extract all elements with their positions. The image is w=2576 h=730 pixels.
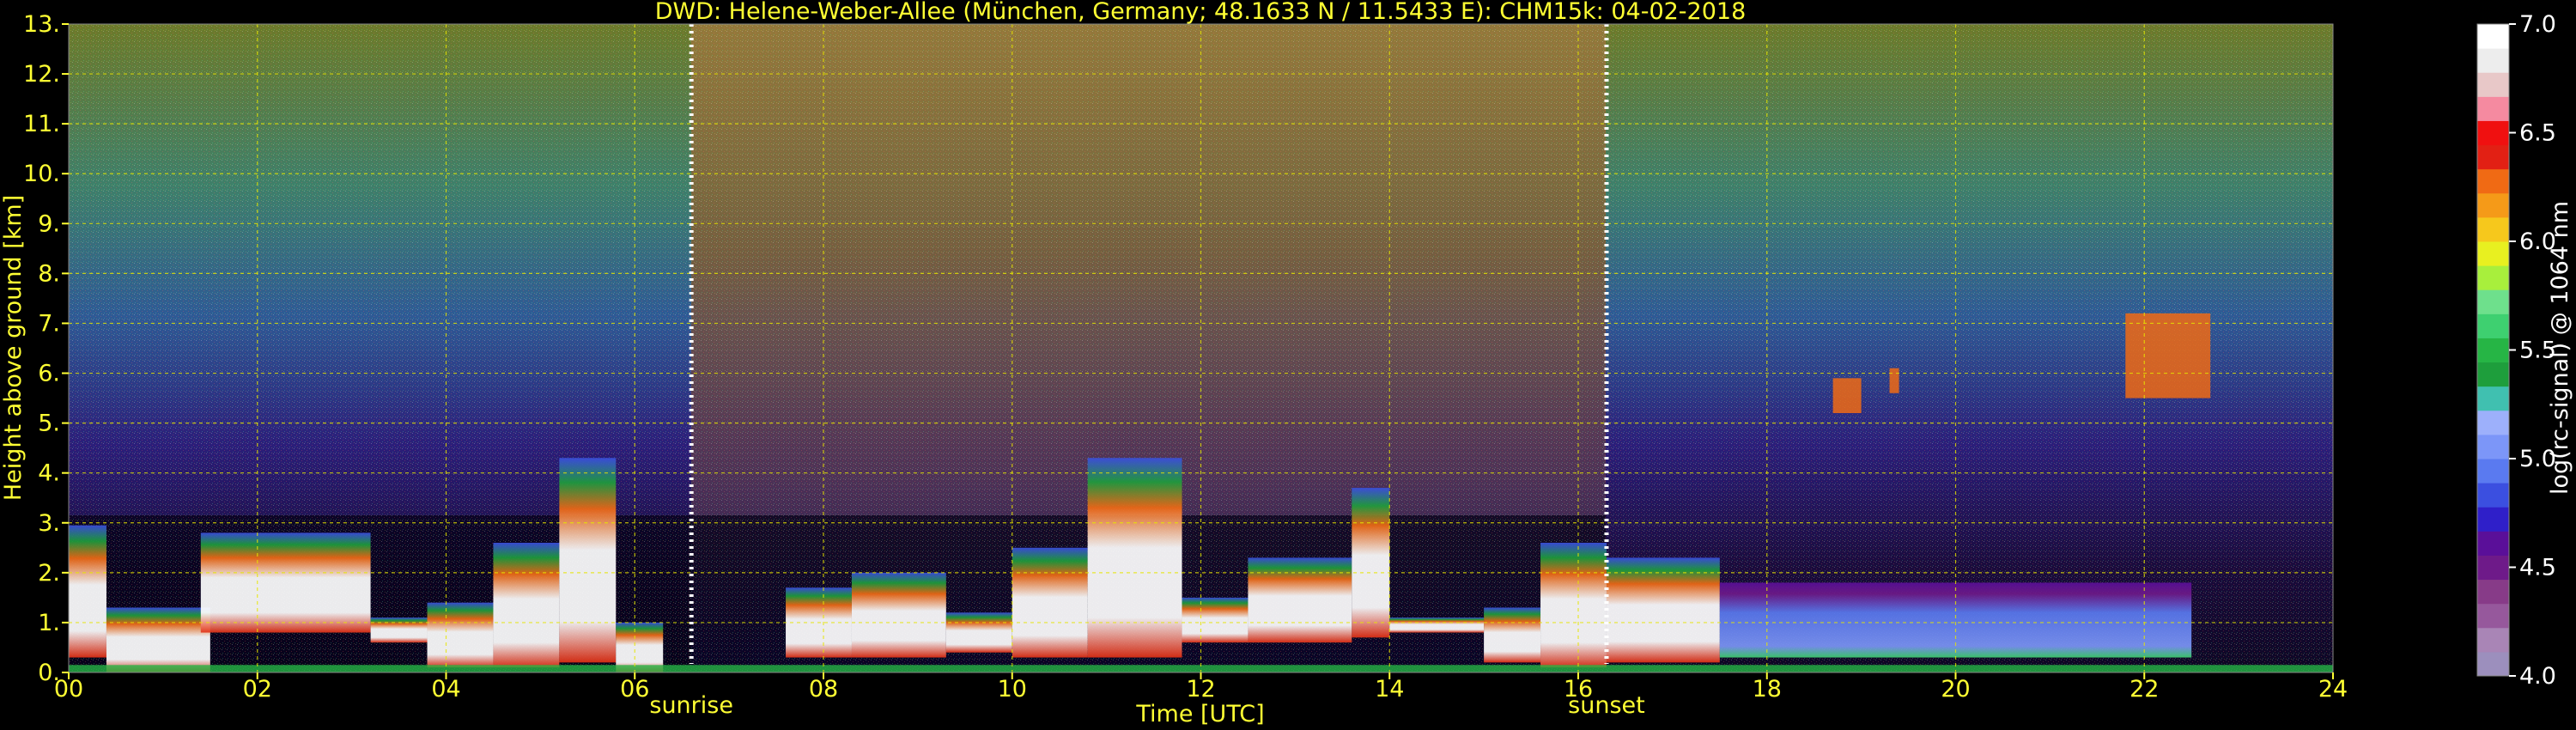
x-tick-label: 18	[1753, 676, 1782, 703]
colorbar: 4.04.55.05.56.06.57.0	[2476, 11, 2556, 690]
colorbar-segment	[2477, 192, 2509, 218]
cloud-layer-20	[1719, 582, 2192, 658]
y-tick-label: 6.	[38, 361, 60, 387]
x-tick-label: 16	[1564, 676, 1593, 703]
cloud-layer-19	[1606, 557, 1720, 663]
cloud-layer-9	[851, 572, 946, 658]
colorbar-segment	[2477, 579, 2509, 605]
colorbar-segment	[2477, 289, 2509, 314]
colorbar-segment	[2477, 531, 2509, 556]
y-tick-label: 3.	[38, 510, 60, 537]
colorbar-tick-label: 4.0	[2519, 663, 2556, 690]
colorbar-segment	[2477, 386, 2509, 411]
colorbar-segment	[2477, 507, 2509, 532]
cloud-layer-0	[69, 525, 106, 658]
colorbar-segment	[2477, 459, 2509, 484]
colorbar-segment	[2477, 555, 2509, 581]
y-tick-label: 12.	[23, 61, 60, 88]
cloud-layer-10	[945, 612, 1012, 653]
x-tick-label: 06	[620, 676, 649, 703]
cloud-layer-4	[427, 602, 494, 668]
x-tick-label: 10	[998, 676, 1027, 703]
cloud-layer-11	[1012, 547, 1088, 658]
cloud-layer-12	[1087, 458, 1182, 658]
cloud-layer-6	[559, 458, 617, 663]
y-tick-label: 5.	[38, 411, 60, 437]
high-cloud-2	[1889, 368, 1899, 393]
colorbar-segment	[2477, 144, 2509, 170]
cloud-layer-5	[493, 543, 560, 668]
y-axis: 0.1.2.3.4.5.6.7.8.9.10.11.12.13.	[23, 11, 69, 686]
cloud-layer-13	[1182, 597, 1249, 643]
cloud-layer-3	[370, 617, 428, 643]
x-tick-label: 04	[431, 676, 460, 703]
high-cloud-0	[2125, 313, 2211, 398]
cloud-layer-18	[1540, 543, 1607, 668]
colorbar-segment	[2477, 362, 2509, 387]
y-tick-label: 11.	[23, 111, 60, 137]
y-tick-label: 4.	[38, 460, 60, 487]
x-axis-label: Time [UTC]	[1135, 701, 1264, 727]
cloud-layer-16	[1389, 617, 1485, 633]
colorbar-segment	[2477, 603, 2509, 629]
y-tick-label: 8.	[38, 260, 60, 287]
x-tick-label: 24	[2318, 676, 2348, 703]
colorbar-segment	[2477, 241, 2509, 266]
colorbar-segment	[2477, 216, 2509, 242]
colorbar-label: log(rc-signal) @ 1064 nm	[2547, 201, 2573, 495]
cloud-layer-15	[1352, 488, 1390, 638]
chart-title: DWD: Helene-Weber-Allee (München, German…	[655, 0, 1747, 25]
x-tick-label: 14	[1375, 676, 1404, 703]
x-tick-label: 02	[243, 676, 272, 703]
x-tick-label: 08	[809, 676, 838, 703]
y-tick-label: 7.	[38, 310, 60, 337]
cloud-layer-14	[1248, 557, 1352, 643]
colorbar-segment	[2477, 313, 2509, 338]
colorbar-segment	[2477, 627, 2509, 653]
colorbar-segment	[2477, 338, 2509, 363]
y-tick-label: 10.	[23, 161, 60, 187]
colorbar-segment	[2477, 483, 2509, 508]
y-tick-label: 2.	[38, 560, 60, 587]
colorbar-segment	[2477, 72, 2509, 97]
y-tick-label: 1.	[38, 610, 60, 636]
colorbar-segment	[2477, 48, 2509, 73]
high-cloud-1	[1832, 378, 1862, 413]
y-tick-label: 9.	[38, 210, 60, 237]
x-tick-label: 12	[1186, 676, 1215, 703]
cloud-layer-1	[106, 607, 210, 672]
colorbar-tick-label: 7.0	[2519, 11, 2556, 38]
cloud-layer-2	[200, 532, 371, 633]
plot-area: sunrise sunset	[68, 23, 2334, 719]
colorbar-segment	[2477, 120, 2509, 146]
y-tick-label: 13.	[23, 11, 60, 38]
sunrise-label: sunrise	[649, 692, 733, 719]
colorbar-segment	[2477, 24, 2509, 49]
colorbar-segment	[2477, 434, 2509, 459]
x-tick-label: 20	[1941, 676, 1970, 703]
ceilometer-figure: sunrise sunset 0.1.2.3.4.5.6.7.8.9.10.11.…	[0, 0, 2573, 727]
colorbar-tick-label: 6.5	[2519, 120, 2556, 147]
colorbar-tick-label: 4.5	[2519, 555, 2556, 581]
colorbar-segment	[2477, 410, 2509, 435]
cloud-layer-17	[1484, 607, 1541, 663]
colorbar-segment	[2477, 168, 2509, 194]
colorbar-segment	[2477, 265, 2509, 290]
x-tick-label: 22	[2129, 676, 2159, 703]
x-axis: 00 02 04 06 08 10 12 14 16 18 20 22 24	[54, 672, 2348, 703]
y-axis-label: Height above ground [km]	[0, 195, 27, 501]
colorbar-segment	[2477, 651, 2509, 677]
colorbar-segment	[2477, 96, 2509, 121]
x-tick-label: 00	[54, 676, 83, 703]
